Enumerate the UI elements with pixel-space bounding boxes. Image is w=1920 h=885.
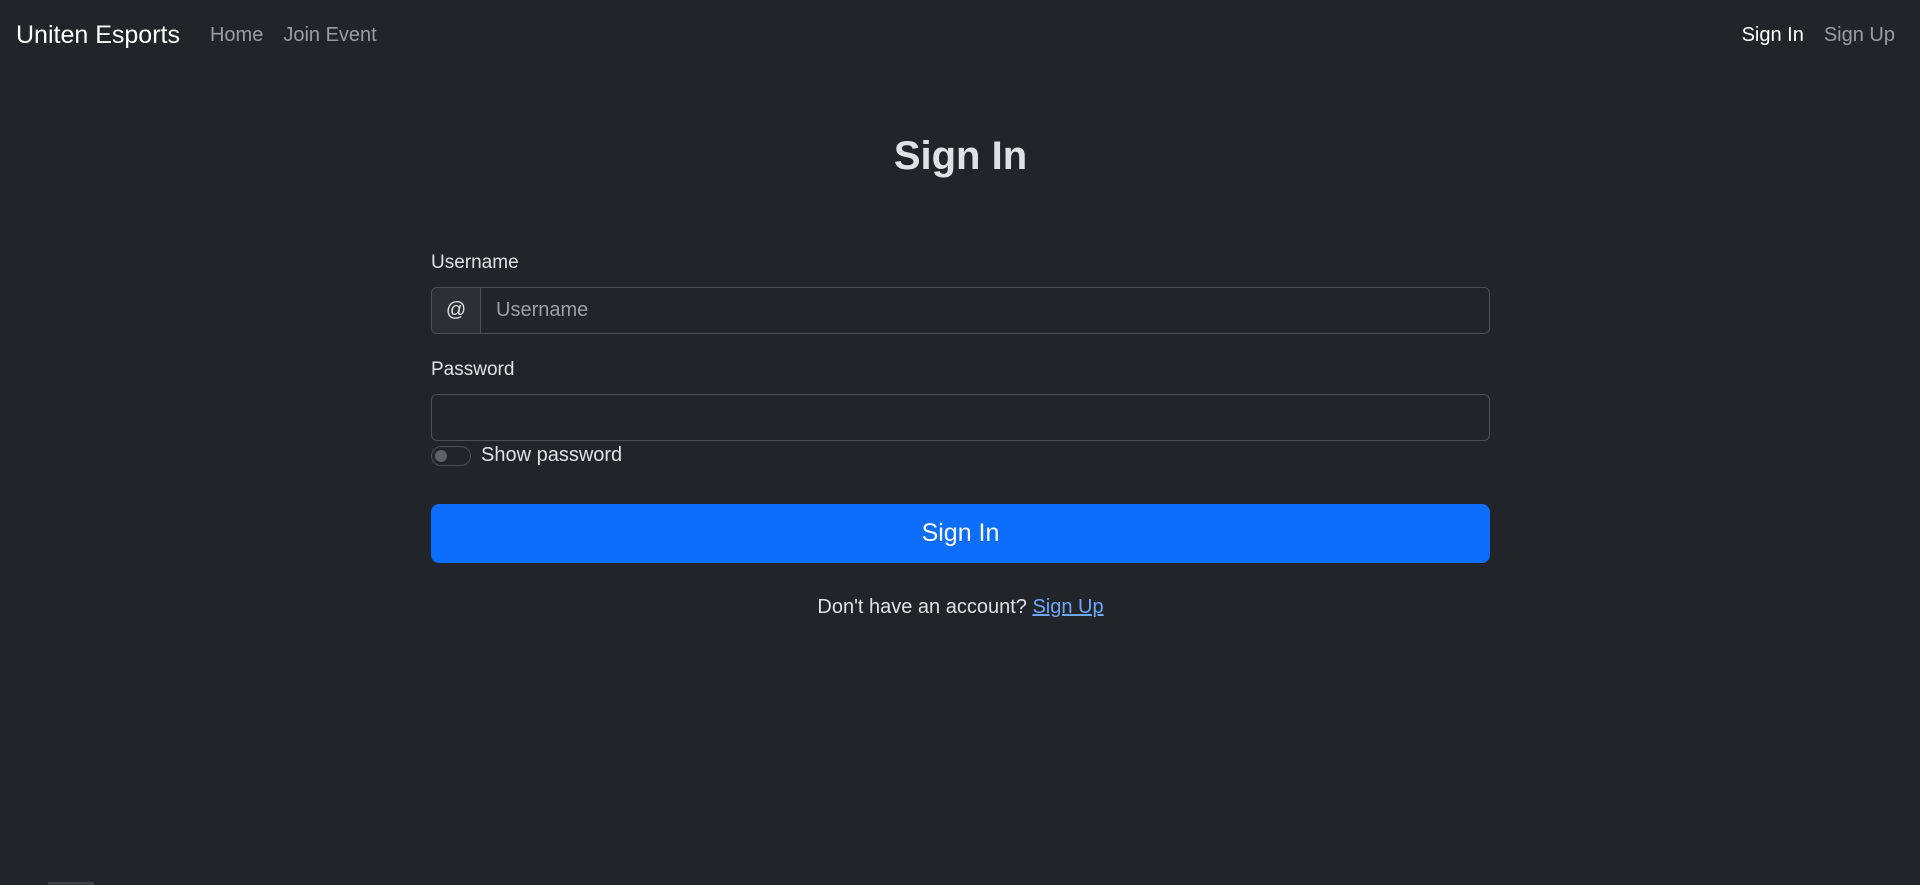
signup-link[interactable]: Sign Up bbox=[1032, 596, 1103, 618]
nav-sign-up-link[interactable]: Sign Up bbox=[1824, 24, 1895, 47]
nav-sign-in-link[interactable]: Sign In bbox=[1742, 24, 1804, 47]
signup-prompt-text: Don't have an account? bbox=[817, 596, 1033, 618]
password-input[interactable] bbox=[431, 394, 1490, 441]
nav-home-link[interactable]: Home bbox=[210, 24, 263, 47]
username-label: Username bbox=[431, 252, 519, 273]
brand-link[interactable]: Uniten Esports bbox=[16, 21, 180, 50]
page-title: Sign In bbox=[893, 134, 1028, 178]
show-password-label[interactable]: Show password bbox=[481, 444, 622, 467]
sign-in-button[interactable]: Sign In bbox=[431, 504, 1490, 563]
username-input[interactable] bbox=[481, 288, 1489, 333]
nav-join-event-link[interactable]: Join Event bbox=[283, 24, 376, 47]
top-navbar: Uniten Esports Home Join Event Sign In S… bbox=[0, 0, 1920, 70]
signup-prompt-row: Don't have an account? Sign Up bbox=[431, 596, 1490, 619]
at-sign-addon: @ bbox=[432, 288, 481, 333]
toggle-knob bbox=[435, 449, 447, 462]
password-label: Password bbox=[431, 359, 515, 380]
nav-left: Home Join Event bbox=[210, 24, 377, 47]
nav-right: Sign In Sign Up bbox=[1742, 24, 1904, 47]
username-input-group: @ bbox=[431, 287, 1490, 334]
show-password-row: Show password bbox=[431, 444, 622, 467]
show-password-toggle[interactable] bbox=[431, 445, 471, 466]
